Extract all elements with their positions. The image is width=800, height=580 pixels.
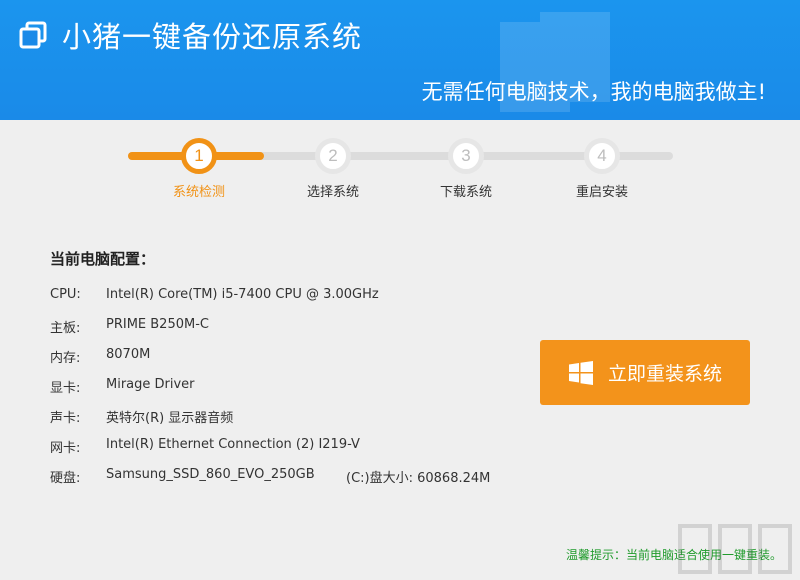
step-download-system: 3 下载系统 bbox=[416, 138, 516, 208]
watermark-logo-icon bbox=[676, 520, 794, 578]
step-label-2: 选择系统 bbox=[283, 181, 383, 200]
step-system-check: 1 系统检测 bbox=[149, 138, 249, 208]
spec-label: 硬盘: bbox=[50, 467, 106, 486]
spec-value: 8070M bbox=[106, 347, 150, 362]
restore-window-icon bbox=[18, 20, 48, 50]
reinstall-button-label: 立即重装系统 bbox=[608, 359, 722, 386]
spec-value: Intel(R) Core(TM) i5-7400 CPU @ 3.00GHz bbox=[106, 287, 379, 302]
spec-label: 显卡: bbox=[50, 377, 106, 396]
spec-label: CPU: bbox=[50, 287, 106, 302]
windows-logo-icon bbox=[568, 360, 594, 386]
spec-value: PRIME B250M-C bbox=[106, 317, 209, 332]
spec-label: 声卡: bbox=[50, 407, 106, 426]
spec-label: 内存: bbox=[50, 347, 106, 366]
slogan: 无需任何电脑技术，我的电脑我做主! bbox=[422, 76, 766, 106]
disk-size: (C:)盘大小: 60868.24M bbox=[346, 467, 490, 486]
spec-label: 网卡: bbox=[50, 437, 106, 456]
spec-label: 主板: bbox=[50, 317, 106, 336]
spec-value: Mirage Driver bbox=[106, 377, 195, 392]
step-select-system: 2 选择系统 bbox=[283, 138, 383, 208]
step-label-1: 系统检测 bbox=[149, 181, 249, 200]
spec-value: Samsung_SSD_860_EVO_250GB bbox=[106, 467, 315, 482]
step-number-2: 2 bbox=[315, 138, 351, 174]
spec-value: 英特尔(R) 显示器音频 bbox=[106, 407, 233, 426]
config-title: 当前电脑配置： bbox=[50, 248, 155, 269]
step-label-3: 下载系统 bbox=[416, 181, 516, 200]
step-label-4: 重启安装 bbox=[552, 181, 652, 200]
progress-steps: 1 系统检测 2 选择系统 3 下载系统 4 重启安装 bbox=[0, 130, 800, 210]
header-banner: 小猪一键备份还原系统 无需任何电脑技术，我的电脑我做主! bbox=[0, 0, 800, 120]
step-restart-install: 4 重启安装 bbox=[552, 138, 652, 208]
step-number-3: 3 bbox=[448, 138, 484, 174]
step-number-4: 4 bbox=[584, 138, 620, 174]
app-title: 小猪一键备份还原系统 bbox=[62, 14, 362, 56]
step-number-1: 1 bbox=[181, 138, 217, 174]
spec-value: Intel(R) Ethernet Connection (2) I219-V bbox=[106, 437, 360, 452]
reinstall-system-button[interactable]: 立即重装系统 bbox=[540, 340, 750, 405]
